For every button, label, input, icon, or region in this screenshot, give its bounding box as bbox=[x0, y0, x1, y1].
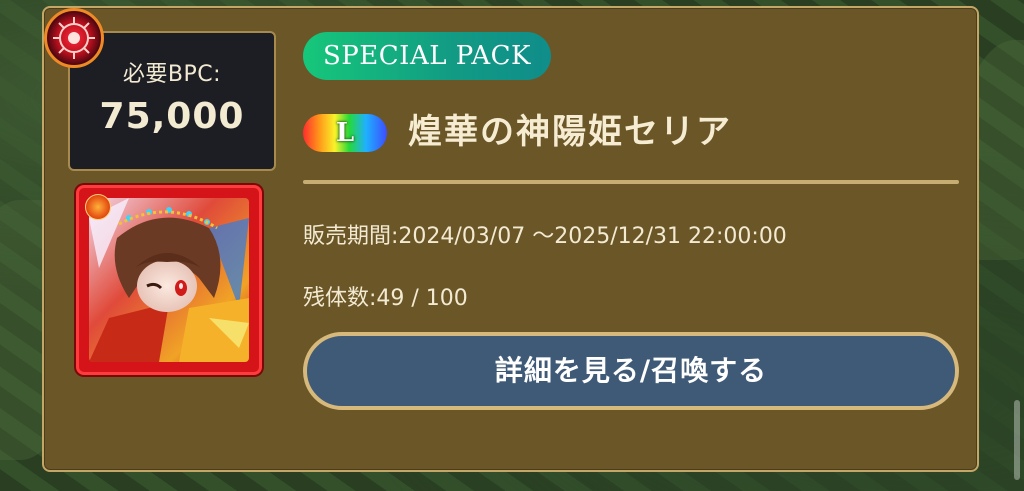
scrollbar[interactable] bbox=[1014, 400, 1020, 480]
character-art-image bbox=[89, 198, 249, 362]
divider bbox=[303, 180, 959, 184]
pack-card: 必要BPC: 75,000 SPECIAL PACK L 煌華の神陽姫セリア 販… bbox=[42, 6, 979, 472]
remaining-stock: 残体数:49 / 100 bbox=[303, 286, 468, 311]
fire-element-icon bbox=[85, 194, 111, 220]
character-portrait[interactable] bbox=[76, 185, 262, 375]
sale-period: 販売期間:2024/03/07 〜2025/12/31 22:00:00 bbox=[303, 224, 787, 249]
character-art bbox=[89, 198, 249, 362]
rarity-badge: L bbox=[303, 114, 387, 152]
special-pack-label: SPECIAL PACK bbox=[303, 32, 551, 80]
cost-value: 75,000 bbox=[99, 96, 245, 137]
view-details-summon-button[interactable]: 詳細を見る/召喚する bbox=[303, 332, 959, 410]
sun-emblem-icon bbox=[44, 8, 104, 68]
character-name: 煌華の神陽姫セリア bbox=[408, 112, 732, 152]
